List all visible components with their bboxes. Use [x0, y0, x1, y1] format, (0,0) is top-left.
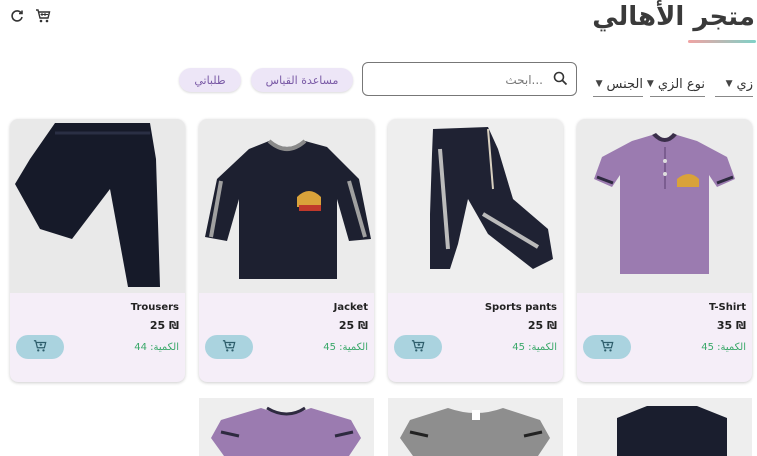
product-quantity: الكمية: 45 [701, 342, 746, 353]
product-image[interactable] [577, 398, 752, 456]
uniform-dropdown-label: زي [736, 76, 753, 92]
product-card[interactable]: T-Shirt ₪ 35 الكمية: 45 [577, 119, 752, 382]
product-name: Jacket [333, 302, 368, 313]
top-bar: متجر الأهالي [0, 0, 757, 46]
add-to-cart-button[interactable] [16, 335, 64, 359]
page-title: متجر الأهالي [592, 2, 755, 32]
cart-icon [33, 338, 47, 357]
product-card[interactable]: Jacket ₪ 25 الكمية: 45 [199, 119, 374, 382]
chevron-down-icon: ▼ [595, 79, 603, 89]
product-image [577, 119, 752, 293]
product-name: Trousers [130, 302, 179, 313]
add-to-cart-button[interactable] [583, 335, 631, 359]
product-price: ₪ 25 [338, 319, 368, 332]
search-input[interactable] [371, 67, 545, 93]
product-price: ₪ 25 [527, 319, 557, 332]
search-icon [553, 71, 568, 90]
product-image [388, 119, 563, 293]
product-image [10, 119, 185, 293]
cart-icon[interactable] [34, 6, 52, 26]
product-quantity: الكمية: 45 [323, 342, 368, 353]
add-to-cart-button[interactable] [205, 335, 253, 359]
filters-bar: زي ▼ نوع الزي ▼ الجنس ▼ مساعدة القياس طل… [0, 62, 757, 102]
chevron-down-icon: ▼ [725, 79, 733, 89]
gender-label: الجنس [606, 76, 643, 92]
uniform-type-label: نوع الزي [657, 76, 705, 92]
cart-icon [411, 338, 425, 357]
title-underline [688, 40, 756, 43]
product-price: ₪ 25 [149, 319, 179, 332]
uniform-dropdown[interactable]: زي ▼ [715, 72, 753, 97]
cart-icon [600, 338, 614, 357]
product-name: Sports pants [484, 302, 557, 313]
chevron-down-icon: ▼ [646, 79, 654, 89]
product-price: ₪ 35 [716, 319, 746, 332]
product-quantity: الكمية: 45 [512, 342, 557, 353]
size-help-button[interactable]: مساعدة القياس [251, 68, 353, 92]
search-box[interactable] [362, 62, 577, 96]
product-card[interactable]: Trousers ₪ 25 الكمية: 44 [10, 119, 185, 382]
product-quantity: الكمية: 44 [134, 342, 179, 353]
refresh-icon[interactable] [8, 6, 26, 26]
product-card[interactable]: Sports pants ₪ 25 الكمية: 45 [388, 119, 563, 382]
product-image [199, 119, 374, 293]
add-to-cart-button[interactable] [394, 335, 442, 359]
my-orders-button[interactable]: طلباتي [179, 68, 241, 92]
cart-icon [222, 338, 236, 357]
uniform-type-dropdown[interactable]: نوع الزي ▼ [646, 72, 705, 97]
product-name: T-Shirt [709, 302, 746, 313]
product-image[interactable] [388, 398, 563, 456]
gender-dropdown[interactable]: الجنس ▼ [593, 72, 643, 97]
product-image[interactable] [199, 398, 374, 456]
